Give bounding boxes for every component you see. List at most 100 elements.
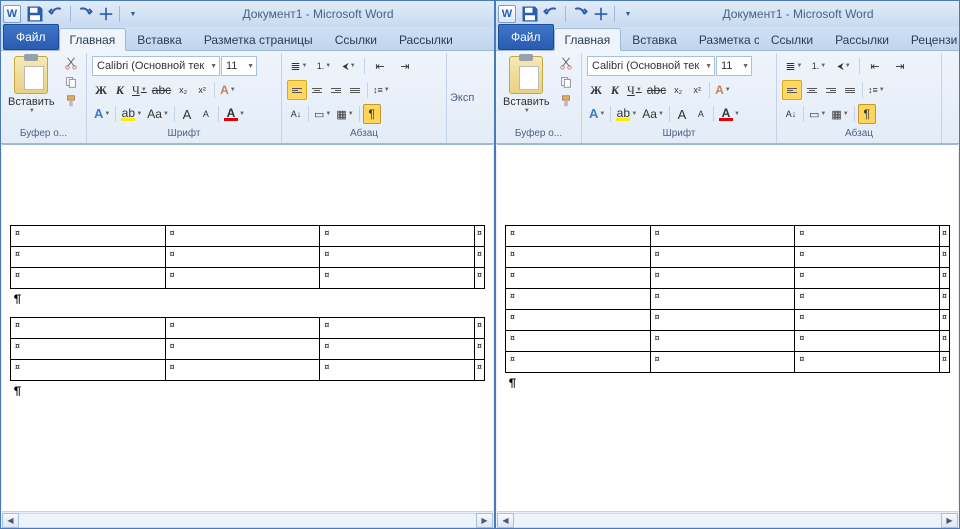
table-cell[interactable] [650, 247, 795, 268]
word-app-icon[interactable]: W [3, 5, 21, 23]
table-cell[interactable] [506, 247, 651, 268]
table-cell[interactable] [506, 226, 651, 247]
tab-home[interactable]: Главная [59, 28, 127, 51]
qat-undo-icon[interactable] [47, 4, 67, 24]
align-center-button[interactable] [308, 80, 326, 100]
font-color-button[interactable]: A▼ [222, 104, 247, 124]
table-cell[interactable] [165, 360, 320, 381]
table-cell[interactable] [506, 352, 651, 373]
font-name-combo[interactable]: Calibri (Основной тек▼ [92, 56, 220, 76]
strikethrough-button[interactable]: abc [645, 80, 668, 100]
change-case-button[interactable]: Aa▼ [145, 104, 171, 124]
table-cell[interactable] [320, 247, 475, 268]
show-hide-marks-button[interactable]: ¶ [858, 104, 876, 124]
table-row[interactable] [11, 247, 485, 268]
table-cell[interactable] [320, 268, 475, 289]
cut-icon[interactable] [62, 55, 80, 71]
table-row[interactable] [506, 289, 950, 310]
scroll-right-icon[interactable]: ▶ [941, 513, 958, 528]
paste-button[interactable]: Вставить ▼ [499, 54, 554, 128]
bold-button[interactable]: Ж [587, 80, 605, 100]
underline-button[interactable]: Ч▼ [130, 80, 149, 100]
line-spacing-button[interactable]: ▼ [371, 80, 392, 100]
titlebar[interactable]: W ▼ Документ1 - Microsoft Word [1, 1, 494, 27]
table-row[interactable] [11, 318, 485, 339]
table-cell[interactable] [650, 352, 795, 373]
table-cell[interactable] [795, 310, 940, 331]
qat-extra-icon[interactable] [96, 4, 116, 24]
document-area[interactable]: ¶ ◀ ▶ [497, 144, 958, 528]
align-justify-button[interactable] [841, 80, 859, 100]
table-row[interactable] [11, 360, 485, 381]
scroll-track[interactable] [19, 513, 476, 528]
strikethrough-button[interactable]: abc [150, 80, 173, 100]
table-cell[interactable] [506, 289, 651, 310]
document-table-2[interactable] [10, 317, 485, 381]
text-effects-button[interactable]: A▼ [713, 80, 733, 100]
scroll-track[interactable] [514, 513, 941, 528]
font-size-combo[interactable]: 11▼ [221, 56, 257, 76]
shrink-font-button[interactable]: A [197, 104, 215, 124]
align-left-button[interactable] [782, 80, 802, 100]
shrink-font-button[interactable]: A [692, 104, 710, 124]
align-left-button[interactable] [287, 80, 307, 100]
table-row[interactable] [11, 226, 485, 247]
numbering-button[interactable]: ▼ [807, 56, 831, 76]
align-right-button[interactable] [822, 80, 840, 100]
table-row[interactable] [506, 268, 950, 289]
subscript-button[interactable]: x₂ [174, 80, 192, 100]
table-cell[interactable] [795, 289, 940, 310]
table-cell[interactable] [506, 331, 651, 352]
qat-customize-dropdown-icon[interactable]: ▼ [618, 4, 638, 24]
align-justify-button[interactable] [346, 80, 364, 100]
highlight-button[interactable]: ab▼ [119, 104, 144, 124]
table-cell[interactable] [650, 226, 795, 247]
cut-icon[interactable] [557, 55, 575, 71]
document-table-1[interactable] [10, 225, 485, 289]
format-painter-icon[interactable] [557, 93, 575, 109]
multilevel-list-button[interactable]: ▼ [832, 56, 856, 76]
decrease-indent-button[interactable] [368, 56, 392, 76]
document-area[interactable]: ¶ ¶ ◀ ▶ [2, 144, 493, 528]
tab-insert[interactable]: Вставка [126, 28, 193, 50]
table-cell[interactable] [11, 339, 166, 360]
copy-icon[interactable] [62, 74, 80, 90]
align-center-button[interactable] [803, 80, 821, 100]
table-cell[interactable] [11, 247, 166, 268]
tab-references[interactable]: Ссылки [324, 28, 388, 50]
italic-button[interactable]: К [606, 80, 624, 100]
shading-button[interactable]: ▼ [312, 104, 333, 124]
table-row[interactable] [11, 268, 485, 289]
line-spacing-button[interactable]: ▼ [866, 80, 887, 100]
decrease-indent-button[interactable] [863, 56, 887, 76]
tab-mailings[interactable]: Рассылки [388, 28, 464, 50]
qat-redo-icon[interactable] [74, 4, 94, 24]
table-cell[interactable] [165, 268, 320, 289]
italic-button[interactable]: К [111, 80, 129, 100]
word-app-icon[interactable]: W [498, 5, 516, 23]
increase-indent-button[interactable] [393, 56, 417, 76]
document-table[interactable] [505, 225, 950, 373]
borders-button[interactable]: ▼ [334, 104, 355, 124]
superscript-button[interactable]: x² [688, 80, 706, 100]
tab-home[interactable]: Главная [554, 28, 622, 51]
format-painter-icon[interactable] [62, 93, 80, 109]
table-row[interactable] [506, 247, 950, 268]
superscript-button[interactable]: x² [193, 80, 211, 100]
sort-button[interactable] [782, 104, 800, 124]
table-cell[interactable] [165, 318, 320, 339]
table-cell[interactable] [165, 247, 320, 268]
table-cell[interactable] [11, 318, 166, 339]
qat-save-icon[interactable] [520, 4, 540, 24]
tab-file[interactable]: Файл [498, 24, 554, 50]
table-cell[interactable] [795, 247, 940, 268]
table-row[interactable] [506, 310, 950, 331]
table-cell[interactable] [165, 339, 320, 360]
align-right-button[interactable] [327, 80, 345, 100]
table-cell[interactable] [320, 360, 475, 381]
font-size-combo[interactable]: 11▼ [716, 56, 752, 76]
tab-insert[interactable]: Вставка [621, 28, 688, 50]
qat-extra-icon[interactable] [591, 4, 611, 24]
tab-mailings[interactable]: Рассылки [824, 28, 900, 50]
copy-icon[interactable] [557, 74, 575, 90]
